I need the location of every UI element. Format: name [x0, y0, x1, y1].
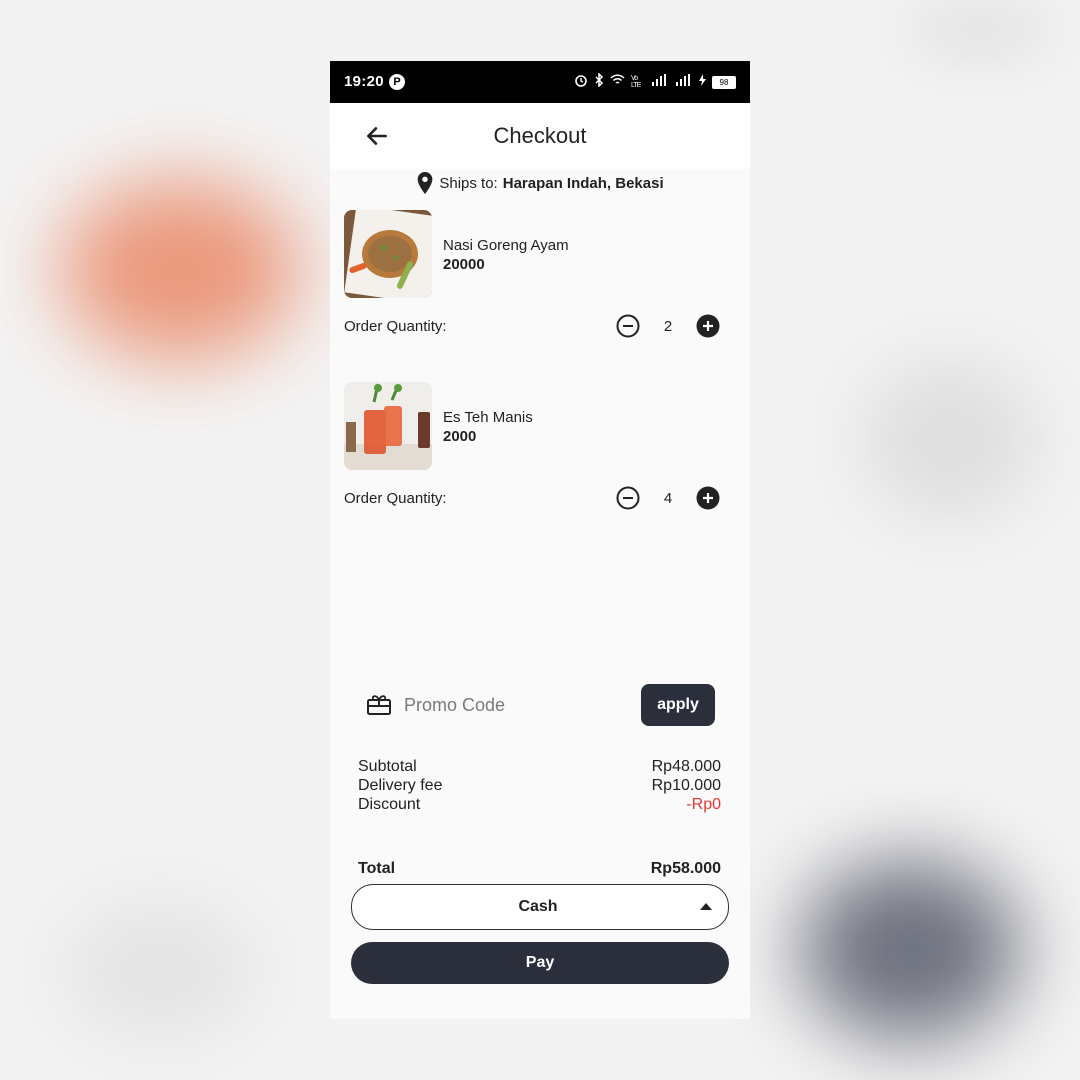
decrease-quantity-button[interactable] [616, 486, 640, 510]
plus-circle-icon [696, 314, 720, 338]
minus-circle-icon [616, 486, 640, 510]
subtotal-value: Rp48.000 [651, 758, 721, 775]
background-blur-gray [860, 360, 1040, 520]
item-price: 20000 [443, 256, 485, 273]
order-quantity-label: Order Quantity: [344, 318, 447, 335]
background-blur-dark [800, 860, 1020, 1040]
plus-circle-icon [696, 486, 720, 510]
promo-code-input[interactable] [402, 691, 626, 719]
page-title: Checkout [493, 123, 587, 148]
bluetooth-icon [594, 71, 604, 92]
caret-up-icon [700, 903, 712, 910]
ships-to-label: Ships to: [439, 174, 498, 192]
phone-screen: 19:20 P Vo LTE 98 Checkout Ships to: Har… [330, 61, 750, 1019]
discount-value: -Rp0 [686, 796, 721, 813]
gift-card-icon [367, 695, 391, 715]
ships-to-address: Harapan Indah, Bekasi [502, 174, 664, 192]
increase-quantity-button[interactable] [696, 314, 720, 338]
background-blur-gray-bottom [60, 900, 260, 1040]
background-blur-gray-top [900, 0, 1060, 60]
item-image-nasi-goreng [344, 210, 432, 298]
back-button[interactable] [364, 123, 390, 149]
signal-icon [651, 73, 669, 91]
item-price: 2000 [443, 428, 477, 445]
subtotal-label: Subtotal [358, 758, 417, 775]
payment-method-select[interactable]: Cash [351, 884, 729, 930]
wifi-icon [610, 73, 625, 91]
apply-promo-button[interactable]: apply [641, 684, 715, 726]
arrow-left-icon [367, 127, 387, 145]
shipping-address: Ships to: Harapan Indah, Bekasi [330, 169, 750, 197]
payment-method-value: Cash [518, 898, 558, 915]
alarm-icon [574, 73, 588, 92]
delivery-fee-value: Rp10.000 [651, 777, 721, 794]
decrease-quantity-button[interactable] [616, 314, 640, 338]
increase-quantity-button[interactable] [696, 486, 720, 510]
discount-label: Discount [358, 796, 421, 813]
total-label: Total [358, 860, 396, 877]
app-bar: Checkout [330, 103, 750, 169]
volte-label: Vo LTE [631, 75, 641, 89]
order-quantity-label: Order Quantity: [344, 490, 447, 507]
minus-circle-icon [616, 314, 640, 338]
quantity-value: 2 [663, 318, 673, 335]
total-value: Rp58.000 [650, 860, 721, 877]
charging-icon [699, 73, 706, 91]
location-pin-icon [418, 172, 433, 194]
item-image-es-teh [344, 382, 432, 470]
status-bar: 19:20 P Vo LTE 98 [330, 61, 750, 103]
battery-level: 98 [712, 75, 736, 89]
quantity-value: 4 [663, 490, 673, 507]
status-time: 19:20 [344, 73, 384, 90]
pay-button[interactable]: Pay [351, 942, 729, 984]
status-icons: Vo LTE 98 [574, 71, 736, 92]
background-blur-orange [60, 180, 300, 360]
item-name: Es Teh Manis [443, 409, 533, 426]
app-notification-icon: P [389, 74, 405, 90]
item-name: Nasi Goreng Ayam [443, 237, 569, 254]
delivery-fee-label: Delivery fee [358, 777, 443, 794]
signal-icon-2 [675, 73, 693, 91]
